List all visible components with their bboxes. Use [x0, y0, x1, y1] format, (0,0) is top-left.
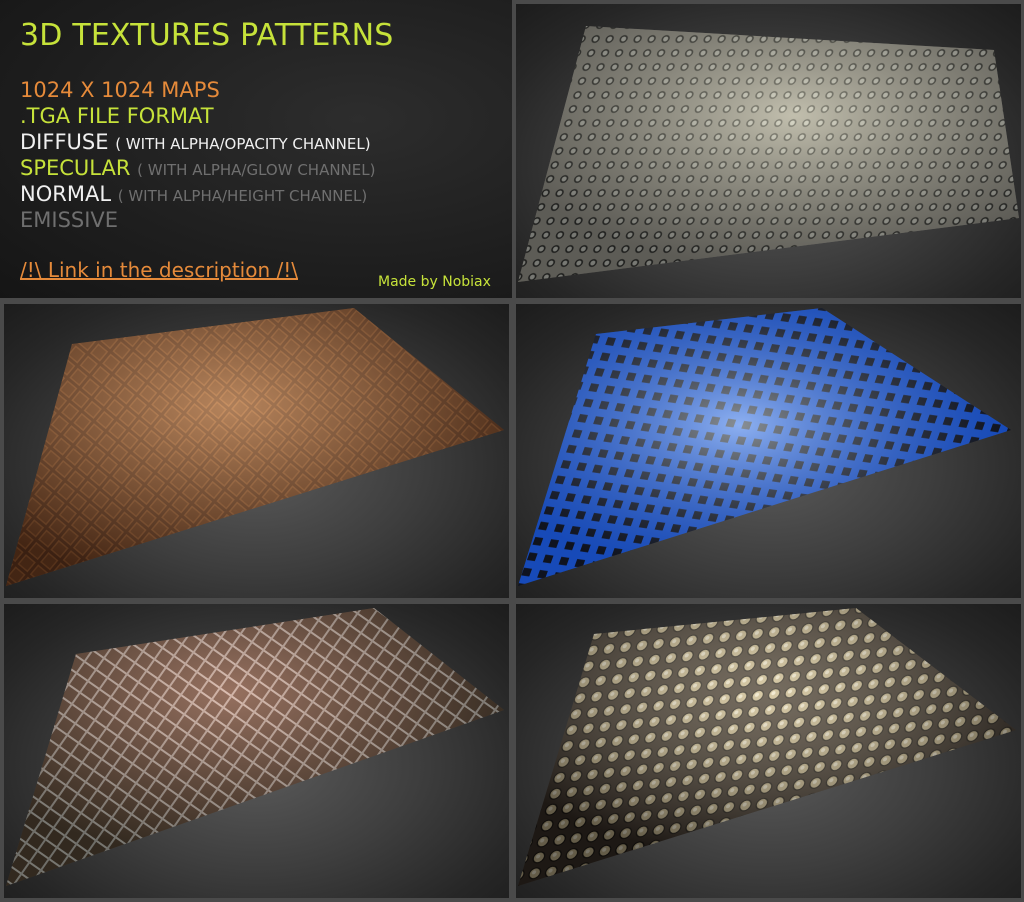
specular-label: SPECULAR — [20, 156, 131, 180]
specular-line: SPECULAR ( WITH ALPHA/GLOW CHANNEL) — [20, 156, 375, 180]
texture-preview-blue-grid — [516, 304, 1021, 598]
description-link[interactable]: /!\ Link in the description /!\ — [20, 258, 298, 282]
maps-size-label: 1024 X 1024 MAPS — [20, 78, 220, 102]
file-format-label: .TGA FILE FORMAT — [20, 104, 214, 128]
diffuse-line: DIFFUSE ( WITH ALPHA/OPACITY CHANNEL) — [20, 130, 371, 154]
author-credit: Made by Nobiax — [378, 274, 491, 290]
normal-line: NORMAL ( WITH ALPHA/HEIGHT CHANNEL) — [20, 182, 367, 206]
texture-preview-studded-gray — [516, 4, 1021, 298]
specular-note: ( WITH ALPHA/GLOW CHANNEL) — [137, 161, 376, 179]
texture-preview-copper-diamond — [4, 304, 509, 598]
emissive-label: EMISSIVE — [20, 208, 119, 232]
texture-preview-rusty-mesh — [4, 604, 509, 898]
studded-gray-texture-image — [518, 26, 1019, 282]
round-studs-texture-image — [518, 608, 1016, 886]
copper-diamond-texture-image — [6, 308, 504, 586]
normal-label: NORMAL — [20, 182, 112, 206]
blue-grid-texture-image — [518, 308, 1011, 586]
diffuse-note: ( WITH ALPHA/OPACITY CHANNEL) — [115, 135, 371, 153]
rusty-mesh-texture-image — [6, 608, 504, 886]
texture-preview-round-studs — [516, 604, 1021, 898]
info-panel: 3D TEXTURES PATTERNS 1024 X 1024 MAPS .T… — [0, 0, 512, 298]
page-title: 3D TEXTURES PATTERNS — [20, 18, 394, 53]
normal-note: ( WITH ALPHA/HEIGHT CHANNEL) — [117, 187, 368, 205]
diffuse-label: DIFFUSE — [20, 130, 109, 154]
